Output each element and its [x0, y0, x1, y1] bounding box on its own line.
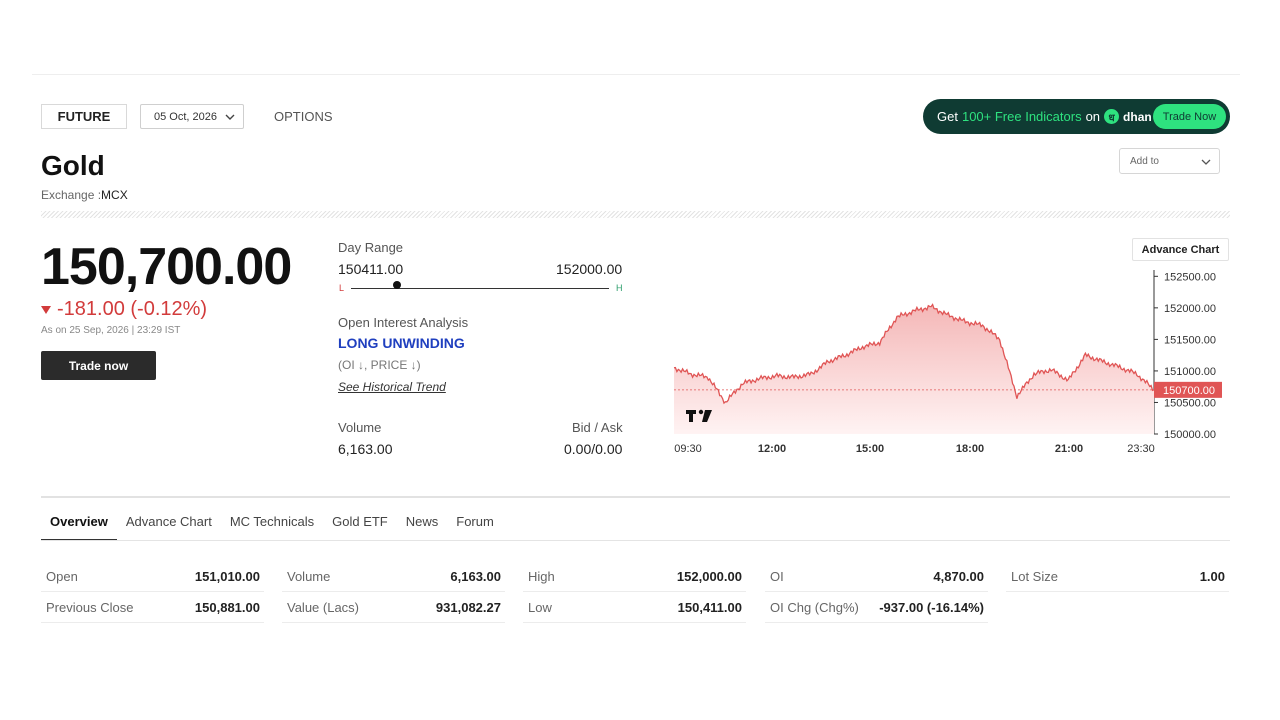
expiry-date-value: 05 Oct, 2026: [154, 110, 217, 123]
volume-label: Volume: [338, 420, 382, 435]
stat-label: OI Chg (Chg%): [770, 600, 859, 615]
promo-trade-now-button[interactable]: Trade Now: [1153, 104, 1226, 129]
hatched-divider: [41, 211, 1230, 218]
y-tick-label: 151000.00: [1164, 366, 1216, 378]
tab-options[interactable]: OPTIONS: [274, 109, 333, 124]
volume-value: 6,163.00: [338, 441, 393, 457]
x-tick-label: 21:00: [1055, 443, 1083, 455]
promo-brand: dhan: [1123, 109, 1152, 124]
range-low-marker: L: [339, 283, 345, 293]
oi-note: (OI ↓, PRICE ↓): [338, 358, 421, 372]
stat-label: Volume: [287, 569, 331, 584]
y-tick-label: 152500.00: [1164, 271, 1216, 283]
tab-gold-etf[interactable]: Gold ETF: [323, 511, 397, 541]
stat-value-lacs-: Value (Lacs) 931,082.27: [282, 592, 505, 623]
stat-label: Previous Close: [46, 600, 134, 615]
add-to-label: Add to: [1130, 155, 1159, 167]
historical-trend-link[interactable]: See Historical Trend: [338, 380, 446, 394]
price-change: -181.00 (-0.12%): [41, 298, 207, 321]
promo-text-get: Get: [937, 109, 958, 124]
stat-high: High 152,000.00: [523, 561, 746, 592]
stat-value: 6,163.00: [450, 569, 501, 584]
x-tick-label: 23:30: [1127, 443, 1155, 455]
stat-label: Low: [528, 600, 552, 615]
price-change-value: -181.00 (-0.12%): [57, 298, 208, 320]
stat-open: Open 151,010.00: [41, 561, 264, 592]
stat-label: Value (Lacs): [287, 600, 360, 615]
stat-value: 151,010.00: [194, 569, 260, 584]
trade-now-button[interactable]: Trade now: [41, 351, 156, 380]
x-tick-label: 09:30: [674, 443, 702, 455]
oi-status: LONG UNWINDING: [338, 335, 465, 351]
day-range-bar: [351, 288, 609, 289]
promo-banner[interactable]: Get 100+ Free Indicators on ध dhan Trade…: [923, 99, 1230, 134]
stat-oi-chg-chg-: OI Chg (Chg%) -937.00 (-16.14%): [765, 592, 988, 623]
stat-value: 150,881.00: [194, 600, 260, 615]
expiry-date-select[interactable]: 05 Oct, 2026: [140, 104, 244, 129]
range-high-marker: H: [616, 283, 623, 293]
y-tick-label: 152000.00: [1164, 303, 1216, 315]
top-divider: [32, 74, 1240, 75]
stat-previous-close: Previous Close 150,881.00: [41, 592, 264, 623]
as-on-timestamp: As on 25 Sep, 2026 | 23:29 IST: [41, 325, 181, 336]
exchange-label: Exchange :: [41, 188, 102, 202]
stat-oi: OI 4,870.00: [765, 561, 988, 592]
x-tick-label: 18:00: [956, 443, 984, 455]
stat-volume: Volume 6,163.00: [282, 561, 505, 592]
y-tick-label: 150000.00: [1164, 429, 1216, 441]
stat-value: 1.00: [1199, 569, 1225, 584]
stat-label: Lot Size: [1011, 569, 1058, 584]
tab-underline: [41, 540, 1230, 541]
x-tick-label: 12:00: [758, 443, 786, 455]
stat-label: Open: [46, 569, 78, 584]
y-tick-label: 150500.00: [1164, 397, 1216, 409]
day-range-label: Day Range: [338, 240, 404, 255]
price-area: [674, 304, 1154, 434]
add-to-dropdown[interactable]: Add to: [1119, 148, 1220, 174]
stat-label: OI: [770, 569, 784, 584]
day-range-high: 152000.00: [556, 261, 623, 277]
tab-bar: Overview Advance Chart MC Technicals Gold E…: [41, 511, 503, 541]
stat-value: 150,411.00: [677, 600, 742, 615]
tab-mc-technicals[interactable]: MC Technicals: [221, 511, 323, 541]
stat-value: 152,000.00: [676, 569, 742, 584]
chevron-down-icon: [225, 114, 235, 120]
price-chart[interactable]: 152500.00 152000.00 151500.00 151000.00 1505…: [670, 262, 1230, 462]
chevron-down-icon: [1201, 159, 1211, 165]
exchange-info: Exchange :MCX: [41, 188, 128, 202]
oi-analysis-label: Open Interest Analysis: [338, 315, 469, 330]
last-price-label: 150700.00: [1163, 385, 1215, 397]
stat-value: 4,870.00: [933, 569, 984, 584]
stat-lot-size: Lot Size 1.00: [1006, 561, 1229, 592]
down-triangle-icon: [41, 305, 51, 314]
tab-forum[interactable]: Forum: [447, 511, 503, 541]
section-divider: [41, 496, 1230, 498]
stat-value: -937.00 (-16.14%): [879, 600, 984, 615]
tab-advance-chart[interactable]: Advance Chart: [117, 511, 221, 541]
dhan-logo-icon: ध: [1104, 109, 1120, 124]
stat-label: High: [528, 569, 555, 584]
y-tick-label: 151500.00: [1164, 334, 1216, 346]
tab-overview[interactable]: Overview: [41, 511, 117, 541]
exchange-value: MCX: [101, 188, 128, 202]
x-tick-label: 15:00: [856, 443, 884, 455]
promo-text-highlight: 100+ Free Indicators: [961, 109, 1082, 124]
stat-value: 931,082.27: [435, 600, 501, 615]
promo-text-on: on: [1085, 109, 1101, 124]
tab-news[interactable]: News: [397, 511, 448, 541]
stat-low: Low 150,411.00: [523, 592, 746, 623]
tab-future[interactable]: FUTURE: [41, 104, 127, 129]
day-range-low: 150411.00: [338, 261, 404, 277]
bid-ask-value: 0.00/0.00: [564, 441, 623, 457]
advance-chart-button[interactable]: Advance Chart: [1132, 238, 1229, 261]
bid-ask-label: Bid / Ask: [572, 420, 623, 435]
instrument-title: Gold: [41, 150, 105, 181]
last-price: 150,700.00: [41, 238, 292, 296]
